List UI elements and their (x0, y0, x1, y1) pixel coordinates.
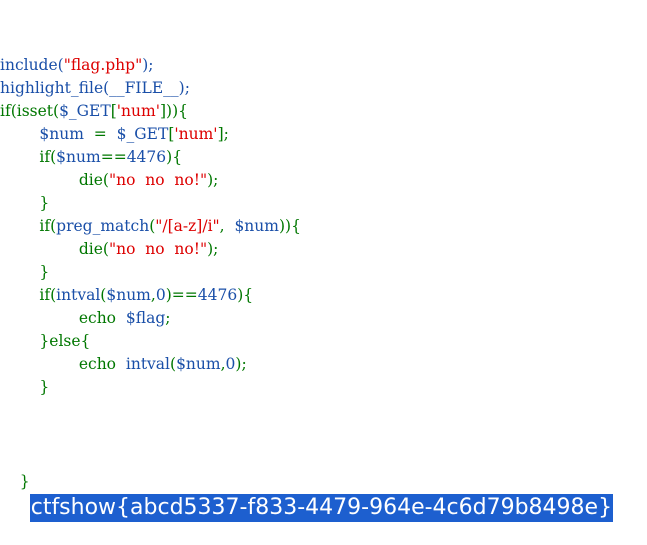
code-token: , (219, 217, 235, 235)
code-token: ); (178, 79, 190, 97)
code-line: } (0, 261, 613, 284)
code-token: ); (235, 355, 247, 373)
code-token: die( (78, 171, 109, 189)
code-token: 'num' (116, 102, 160, 120)
code-line: echo intval($num,0); (0, 353, 613, 376)
flag-output-line: } ctfshow{abcd5337-f833-4479-964e-4c6d79… (0, 447, 614, 522)
code-token: $num (176, 355, 221, 373)
code-line: die("no no no!"); (0, 238, 613, 261)
code-token: 'num' (174, 125, 218, 143)
code-line: $num = $_GET['num']; (0, 123, 613, 146)
code-line: highlight_file(__FILE__); (0, 77, 613, 100)
code-token: $num (56, 148, 101, 166)
code-token: echo (78, 355, 126, 373)
code-token: if( (39, 148, 57, 166)
code-token: )){ (278, 217, 301, 235)
highlighted-source-code: include("flag.php"); highlight_file(__FIL… (0, 8, 614, 522)
code-line: if(preg_match("/[a-z]/i", $num)){ (0, 215, 613, 238)
code-token: __FILE__ (109, 79, 179, 97)
code-line: } (0, 376, 613, 399)
code-token: $flag (125, 309, 166, 327)
code-token: if( (39, 217, 57, 235)
code-line: } (0, 192, 613, 215)
code-token: $_GET (59, 102, 111, 120)
code-token: $num (106, 286, 151, 304)
code-token: "no no no!" (108, 171, 208, 189)
code-token: } (39, 194, 50, 212)
code-token: ; (165, 309, 171, 327)
code-token: "flag.php" (63, 56, 143, 74)
flag-output-selected[interactable]: ctfshow{abcd5337-f833-4479-964e-4c6d79b8… (29, 493, 614, 522)
code-line: die("no no no!"); (0, 169, 613, 192)
code-token: die( (78, 240, 109, 258)
code-token: ])){ (159, 102, 188, 120)
code-line: include("flag.php"); (0, 54, 613, 77)
code-line: if($num==4476){ (0, 146, 613, 169)
code-token: 4476 (126, 148, 167, 166)
code-line: echo $flag; (0, 307, 613, 330)
code-token: $_GET (116, 125, 169, 143)
code-token: "/[a-z]/i" (155, 217, 220, 235)
code-token: 4476 (197, 286, 238, 304)
code-token: $num (39, 125, 84, 143)
code-lines: include("flag.php"); highlight_file(__FIL… (0, 54, 613, 399)
code-token: $num (234, 217, 279, 235)
code-token: if(isset( (0, 102, 60, 120)
code-token: intval (125, 355, 170, 373)
code-token: = (83, 125, 117, 143)
code-token: "no no no!" (108, 240, 208, 258)
code-token: 0 (155, 286, 166, 304)
code-token: == (100, 148, 127, 166)
code-token: } (39, 378, 50, 396)
code-token: intval (56, 286, 101, 304)
code-token: ){ (166, 148, 183, 166)
code-token: ); (207, 171, 219, 189)
code-token: } (39, 263, 50, 281)
code-token: include( (0, 56, 64, 74)
code-line: if(isset($_GET['num'])){ (0, 100, 613, 123)
code-line: }else{ (0, 330, 613, 353)
code-token: ); (207, 240, 219, 258)
code-token: ){ (237, 286, 254, 304)
code-token: echo (78, 309, 126, 327)
code-line: if(intval($num,0)==4476){ (0, 284, 613, 307)
closing-brace: } (19, 472, 30, 491)
code-token: highlight_file( (0, 79, 110, 97)
code-token: preg_match (56, 217, 150, 235)
code-token: }else{ (39, 332, 91, 350)
code-token: ); (142, 56, 154, 74)
code-token: if( (39, 286, 57, 304)
code-token: )== (165, 286, 198, 304)
code-token: 0 (225, 355, 236, 373)
code-token: ]; (217, 125, 229, 143)
